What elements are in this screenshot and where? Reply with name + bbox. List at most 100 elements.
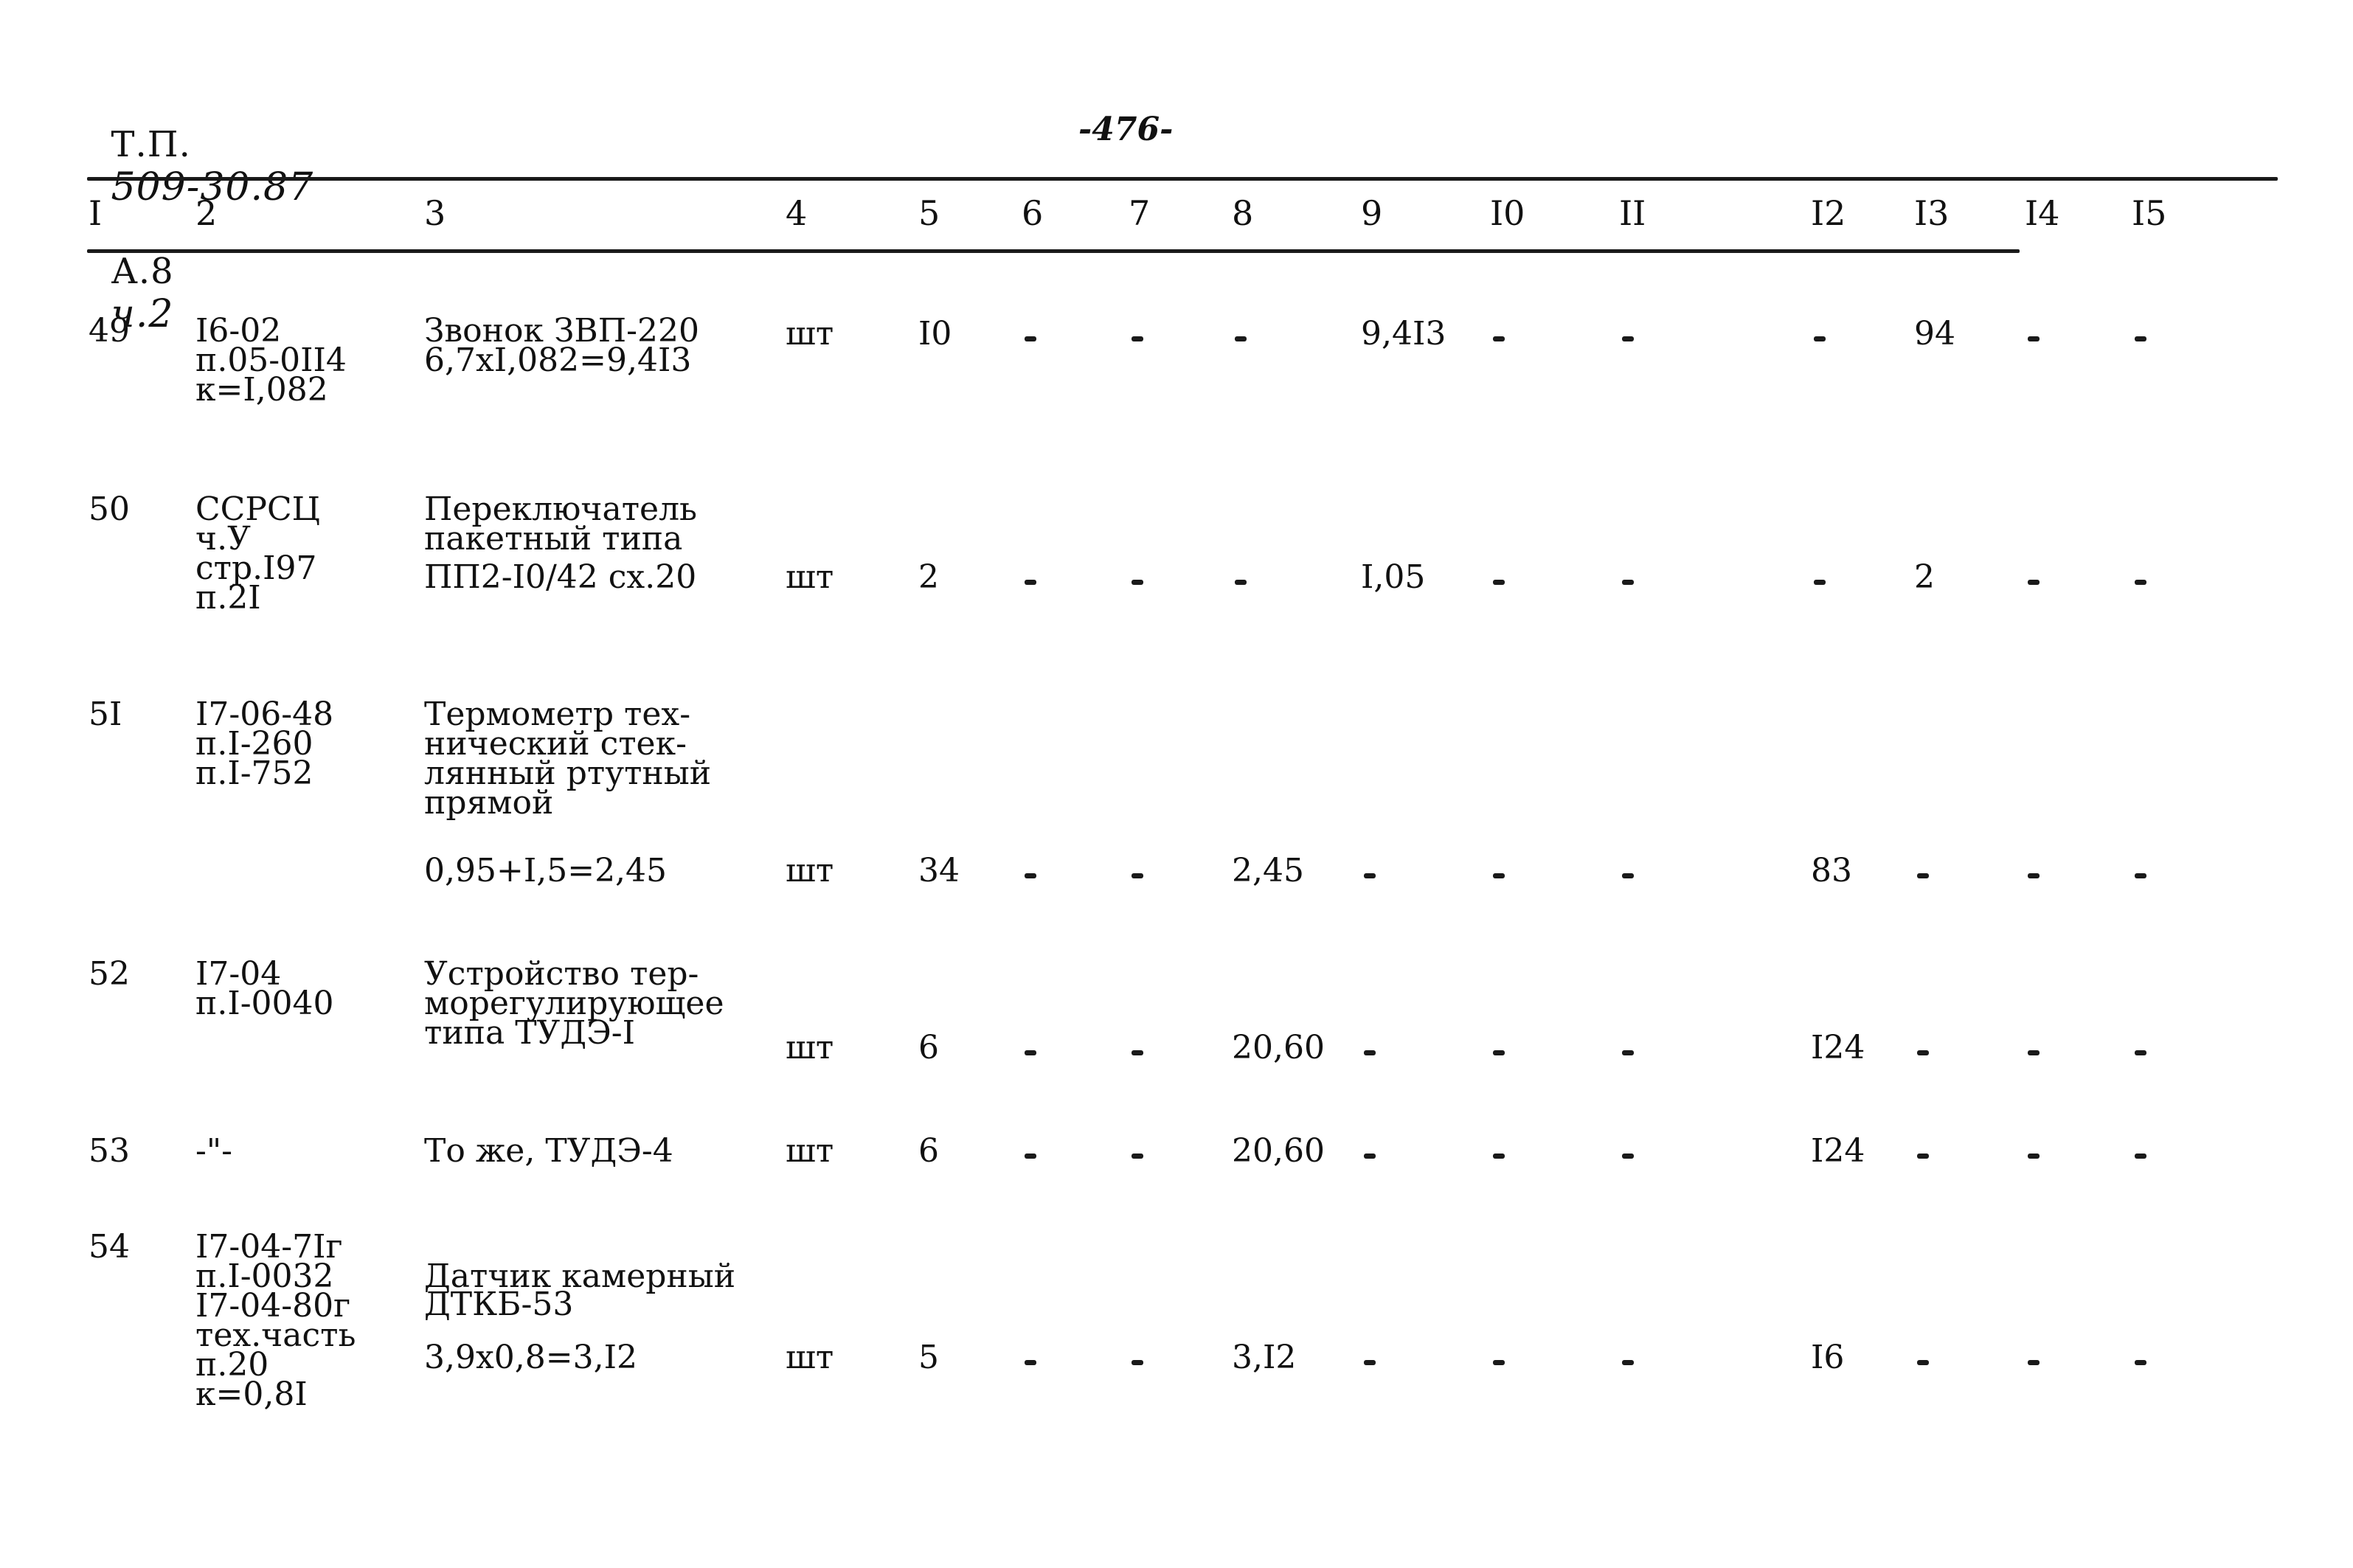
empty-value-dash bbox=[1364, 1360, 1376, 1365]
empty-value-dash bbox=[2135, 1154, 2146, 1159]
reference-line: к=0,8I bbox=[195, 1376, 308, 1413]
empty-value-dash bbox=[2028, 1050, 2040, 1055]
empty-value-dash bbox=[2028, 1360, 2040, 1365]
row-number: 52 bbox=[89, 955, 130, 993]
cell-value-c8: 3,I2 bbox=[1232, 1339, 1297, 1376]
description-line: прямой bbox=[424, 784, 554, 822]
unit: шт bbox=[786, 852, 834, 889]
cell-value-c13: 94 bbox=[1914, 315, 1955, 353]
reference-line: п.I-752 bbox=[195, 754, 313, 792]
unit: шт bbox=[786, 1339, 834, 1376]
column-header: 7 bbox=[1129, 193, 1151, 233]
cell-value-c8: 2,45 bbox=[1232, 852, 1304, 889]
row-number: 49 bbox=[89, 312, 130, 350]
empty-value-dash bbox=[1493, 580, 1505, 585]
column-header: I3 bbox=[1914, 193, 1950, 233]
column-header: 8 bbox=[1232, 193, 1254, 233]
empty-value-dash bbox=[2135, 1360, 2146, 1365]
empty-value-dash bbox=[1622, 873, 1634, 878]
column-header: 3 bbox=[424, 193, 446, 233]
unit: шт bbox=[786, 558, 834, 596]
column-header: I0 bbox=[1490, 193, 1525, 233]
page-number: -476- bbox=[1078, 111, 1174, 148]
column-header: I bbox=[89, 193, 103, 233]
empty-value-dash bbox=[1235, 336, 1247, 341]
empty-value-dash bbox=[1917, 1154, 1929, 1159]
description-line: То же, ТУДЭ-4 bbox=[424, 1132, 673, 1170]
unit: шт bbox=[786, 1132, 834, 1170]
column-header: I4 bbox=[2025, 193, 2060, 233]
cell-value-c13: 2 bbox=[1914, 558, 1935, 596]
reference-line: к=I,082 bbox=[195, 371, 328, 409]
empty-value-dash bbox=[1493, 336, 1505, 341]
description-line: ПП2-I0/42 сх.20 bbox=[424, 558, 697, 596]
empty-value-dash bbox=[2135, 580, 2146, 585]
cell-value-c9: I,05 bbox=[1361, 558, 1426, 596]
cell-value-c5: 6 bbox=[918, 1029, 939, 1066]
empty-value-dash bbox=[1025, 873, 1036, 878]
unit: шт bbox=[786, 1029, 834, 1066]
empty-value-dash bbox=[1132, 1360, 1143, 1365]
cell-value-c5: 6 bbox=[918, 1132, 939, 1170]
row-number: 54 bbox=[89, 1228, 130, 1266]
header-bottom-rule bbox=[87, 249, 2020, 253]
empty-value-dash bbox=[1025, 336, 1036, 341]
reference-line: п.I-0040 bbox=[195, 985, 334, 1022]
empty-value-dash bbox=[1917, 1360, 1929, 1365]
description-line: 6,7хI,082=9,4I3 bbox=[424, 341, 692, 379]
empty-value-dash bbox=[1917, 873, 1929, 878]
column-header: 6 bbox=[1022, 193, 1044, 233]
column-header: 4 bbox=[786, 193, 808, 233]
empty-value-dash bbox=[2028, 336, 2040, 341]
description-line: 3,9х0,8=3,I2 bbox=[424, 1339, 637, 1376]
empty-value-dash bbox=[2028, 873, 2040, 878]
empty-value-dash bbox=[1814, 336, 1826, 341]
cell-value-c12: 83 bbox=[1811, 852, 1852, 889]
cell-value-c5: 34 bbox=[918, 852, 960, 889]
cell-value-c8: 20,60 bbox=[1232, 1029, 1325, 1066]
empty-value-dash bbox=[1622, 1154, 1634, 1159]
empty-value-dash bbox=[1622, 336, 1634, 341]
header-top-rule bbox=[87, 177, 2278, 181]
empty-value-dash bbox=[1917, 1050, 1929, 1055]
empty-value-dash bbox=[1235, 580, 1247, 585]
empty-value-dash bbox=[2028, 1154, 2040, 1159]
cell-value-c12: I24 bbox=[1811, 1132, 1865, 1170]
empty-value-dash bbox=[1132, 580, 1143, 585]
empty-value-dash bbox=[1493, 873, 1505, 878]
cell-value-c8: 20,60 bbox=[1232, 1132, 1325, 1170]
empty-value-dash bbox=[1364, 1050, 1376, 1055]
description-line: типа ТУДЭ-I bbox=[424, 1014, 636, 1052]
row-number: 5I bbox=[89, 695, 122, 733]
column-header: 9 bbox=[1361, 193, 1383, 233]
empty-value-dash bbox=[1622, 580, 1634, 585]
empty-value-dash bbox=[1132, 336, 1143, 341]
description-line: пакетный типа bbox=[424, 520, 683, 558]
column-header: 5 bbox=[918, 193, 940, 233]
empty-value-dash bbox=[1025, 1050, 1036, 1055]
cell-value-c5: 5 bbox=[918, 1339, 939, 1376]
reference-line: п.2I bbox=[195, 579, 261, 617]
column-header: I2 bbox=[1811, 193, 1846, 233]
cell-value-c5: 2 bbox=[918, 558, 939, 596]
empty-value-dash bbox=[1132, 1154, 1143, 1159]
row-number: 50 bbox=[89, 490, 130, 528]
doc-prefix: Т.П. bbox=[111, 124, 191, 165]
column-header: II bbox=[1619, 193, 1646, 233]
empty-value-dash bbox=[1814, 580, 1826, 585]
cell-value-c9: 9,4I3 bbox=[1361, 315, 1446, 353]
column-header: 2 bbox=[195, 193, 218, 233]
column-header: I5 bbox=[2132, 193, 2167, 233]
empty-value-dash bbox=[1025, 580, 1036, 585]
unit: шт bbox=[786, 315, 834, 353]
empty-value-dash bbox=[1364, 1154, 1376, 1159]
empty-value-dash bbox=[1364, 873, 1376, 878]
empty-value-dash bbox=[2135, 336, 2146, 341]
cell-value-c12: I24 bbox=[1811, 1029, 1865, 1066]
album-label: А.8 bbox=[111, 251, 174, 292]
empty-value-dash bbox=[1025, 1360, 1036, 1365]
row-number: 53 bbox=[89, 1132, 130, 1170]
empty-value-dash bbox=[1493, 1050, 1505, 1055]
description-line: 0,95+I,5=2,45 bbox=[424, 852, 668, 889]
cell-value-c5: I0 bbox=[918, 315, 952, 353]
